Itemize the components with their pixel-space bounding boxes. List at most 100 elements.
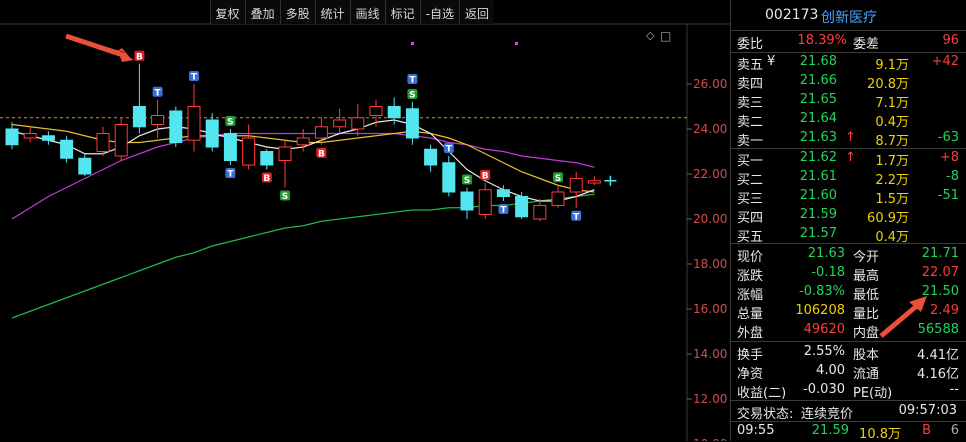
price-tick-label: 16.00 xyxy=(693,302,727,316)
status-value: 连续竞价 xyxy=(801,407,854,422)
toolbar-button-5[interactable]: 标记 xyxy=(384,0,420,24)
scroll-icon: □ xyxy=(660,29,671,43)
signal-marker-label: T xyxy=(409,76,416,86)
fin-value: -- xyxy=(949,382,959,397)
toolbar-button-2[interactable]: 多股 xyxy=(279,0,315,24)
toolbar-button-4[interactable]: 画线 xyxy=(349,0,385,24)
toolbar-button-3[interactable]: 统计 xyxy=(314,0,350,24)
candle-body xyxy=(278,146,292,161)
bid-volume: 1.5万 xyxy=(875,192,909,207)
tick-count: 6 xyxy=(950,423,959,438)
candle-body xyxy=(587,180,601,184)
candle-body xyxy=(242,137,256,166)
stat-value: 21.63 xyxy=(807,246,845,261)
candle-body xyxy=(369,106,383,116)
stat-value: 49620 xyxy=(803,322,845,337)
stat-label: 涨幅 xyxy=(737,288,764,303)
candle-body xyxy=(169,110,183,143)
stat-label: 内盘 xyxy=(853,326,880,341)
signal-marker-label: T xyxy=(446,145,453,155)
bid-row: 买二 21.61 2.2万 -8 xyxy=(731,168,966,188)
signal-marker-label: T xyxy=(227,170,234,180)
candle-body xyxy=(23,133,37,139)
candle-body xyxy=(387,106,401,119)
kline-chart[interactable]: 26.00 24.00 22.00 20.00 18.00 16.00 14.00 12.00… xyxy=(0,0,730,441)
ask-volume: 9.1万 xyxy=(875,58,909,73)
stat-value: -0.83% xyxy=(799,284,845,299)
fin-label: 收益(二) xyxy=(737,386,787,401)
chart-toolbar: 复权 叠加 多股 统计 画线 标记 -自选 返回 xyxy=(209,0,494,24)
tick-row: 09:55 21.59 10.8万 B 6 xyxy=(731,422,966,442)
stat-label: 最高 xyxy=(853,269,880,284)
stat-row: 外盘 49620 内盘 56588 xyxy=(731,321,966,341)
ask-volume: 8.7万 xyxy=(875,134,909,149)
signal-marker-label: B xyxy=(318,149,325,159)
candle-body xyxy=(460,191,474,211)
ask-change: -63 xyxy=(937,130,959,145)
bid-label: 买四 xyxy=(737,211,764,226)
ask-change: +42 xyxy=(931,54,959,69)
toolbar-button-7[interactable]: 返回 xyxy=(458,0,494,24)
fin-value: 2.55% xyxy=(803,344,845,359)
event-dot xyxy=(411,42,414,45)
ask-row: 卖三 21.65 7.1万 xyxy=(731,91,966,111)
ask-price: 21.65 xyxy=(799,92,837,107)
toolbar-button-0[interactable]: 复权 xyxy=(209,0,245,24)
divider-fin xyxy=(731,341,966,342)
candle-body xyxy=(60,139,74,159)
bid-change: -51 xyxy=(937,188,959,203)
bid-change: +8 xyxy=(939,150,959,165)
ask-volume: 0.4万 xyxy=(875,115,909,130)
candle-body xyxy=(515,196,529,218)
stat-label: 外盘 xyxy=(737,326,764,341)
kline-chart-area[interactable]: 26.00 24.00 22.00 20.00 18.00 16.00 14.00 12.00… xyxy=(0,0,730,441)
fin-value: 4.16亿 xyxy=(917,367,959,382)
candle-body xyxy=(405,108,419,139)
divider-status xyxy=(731,400,966,401)
candle-body xyxy=(96,133,110,152)
bid-volume: 1.7万 xyxy=(875,154,909,169)
candle-body xyxy=(478,189,492,215)
price-tick-label: 14.00 xyxy=(693,347,727,361)
bid-row: 买一 21.62 1.7万 +8 ↑ xyxy=(731,149,966,169)
candle-body xyxy=(5,128,19,146)
ask-price: 21.66 xyxy=(799,73,837,88)
fin-row: 净资 4.00 流通 4.16亿 xyxy=(731,362,966,382)
candle-body xyxy=(296,137,310,146)
ask-price: 21.68 xyxy=(799,54,837,69)
ask-row: 卖二 21.64 0.4万 xyxy=(731,110,966,130)
ask-row: 卖五 21.68 9.1万 ¥ +42 xyxy=(731,53,966,73)
weibi-label: 委比 xyxy=(737,37,764,52)
status-time: 09:57:03 xyxy=(898,403,957,418)
candle-body xyxy=(333,119,347,128)
ask-label: 卖三 xyxy=(737,96,764,111)
price-tick-label: 26.00 xyxy=(693,77,727,91)
stat-value: 21.50 xyxy=(921,284,959,299)
toolbar-button-6[interactable]: -自选 xyxy=(419,0,459,24)
weicha-value: 96 xyxy=(942,33,959,48)
ask-row: 卖一 21.63 8.7万 -63 ↑ xyxy=(731,129,966,149)
candle-body xyxy=(78,157,92,175)
stock-name[interactable]: 创新医疗 xyxy=(821,7,877,27)
fin-row: 收益(二) -0.030 PE(动) -- xyxy=(731,381,966,401)
signal-marker-label: S xyxy=(555,174,561,184)
stat-label: 最低 xyxy=(853,288,880,303)
signal-marker-label: B xyxy=(136,52,143,62)
signal-marker-label: T xyxy=(500,206,507,216)
signal-marker-label: S xyxy=(409,91,415,101)
ask-row: 卖四 21.66 20.8万 xyxy=(731,72,966,92)
ask-label: 卖一 xyxy=(737,134,764,149)
stat-label: 今开 xyxy=(853,250,880,265)
candle-body xyxy=(569,178,583,193)
candle-body xyxy=(223,133,237,161)
signal-marker-label: B xyxy=(263,174,270,184)
ask-price: 21.63 xyxy=(799,130,837,145)
candle-body xyxy=(351,117,365,130)
price-tick-label: 10.00 xyxy=(693,437,727,441)
price-tick-label: 20.00 xyxy=(693,212,727,226)
toolbar-button-1[interactable]: 叠加 xyxy=(244,0,280,24)
candle-body xyxy=(551,191,565,206)
bid-price: 21.61 xyxy=(799,169,837,184)
bid-price: 21.59 xyxy=(799,207,837,222)
price-tick-label: 24.00 xyxy=(693,122,727,136)
